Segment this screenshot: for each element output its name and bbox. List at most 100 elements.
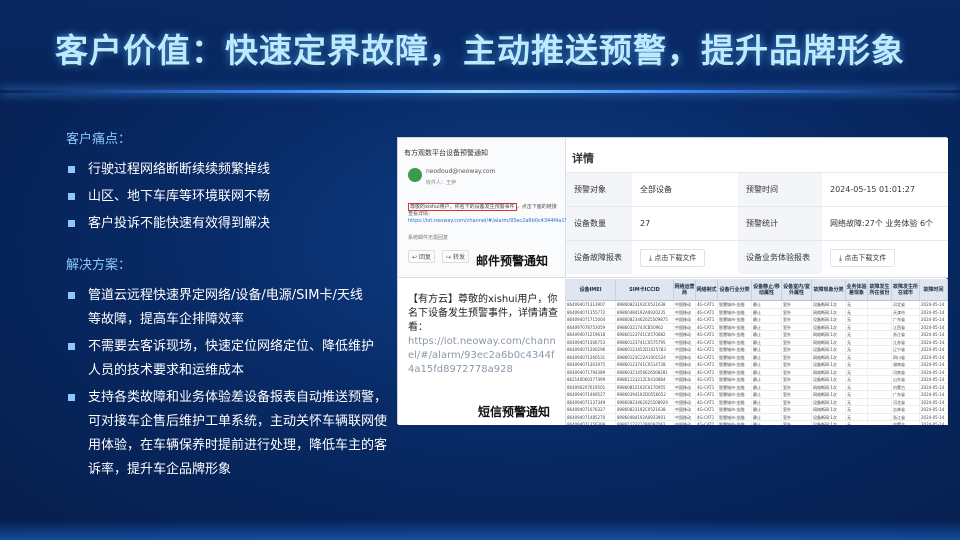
table-cell: 4G-CAT1 (696, 413, 718, 420)
table-cell: 无 (846, 391, 868, 398)
table-cell (868, 413, 892, 420)
square-bullet-icon (68, 394, 75, 401)
table-cell (868, 406, 892, 413)
details-label: 设备数量 (566, 207, 632, 240)
sender-avatar (408, 168, 422, 182)
table-cell: 无 (846, 368, 868, 375)
table-cell: 河北省 (892, 398, 920, 405)
table-cell: 89860823462025508929 (616, 398, 674, 405)
table-cell: 2024-05-14 (920, 301, 948, 308)
table-header-cell: 网络运营商 (674, 279, 696, 300)
table-cell: 无 (846, 331, 868, 338)
table-cell: 中国移动 (674, 368, 696, 375)
table-cell: 智慧城市-金融 (718, 398, 752, 405)
table-cell (868, 421, 892, 425)
forward-label: 转发 (452, 254, 465, 261)
table-cell: 设备断网:1次 (812, 421, 846, 425)
table-cell: 864094071301975 (566, 361, 616, 368)
table-cell: 室外 (782, 391, 812, 398)
table-cell: 2024-05-14 (920, 376, 948, 383)
download-fault-report-button[interactable]: ⤓ 点击下载文件 (640, 248, 706, 267)
table-cell: 静止 (752, 301, 782, 308)
table-cell: 864094071300296 (566, 346, 616, 353)
table-cell: 4G-CAT1 (696, 398, 718, 405)
table-row: 864094071219618 89860123741C0570882 中国移动 4G… (566, 331, 948, 339)
table-cell: 中国移动 (674, 353, 696, 360)
table-cell: 网络断网:1次 (812, 406, 846, 413)
bullet-text: 山区、地下车库等环境联网不畅 (88, 189, 271, 204)
table-cell: 辽宁省 (892, 346, 920, 353)
table-cell: 89860321456626508281 (616, 368, 674, 375)
table-cell: 静止 (752, 413, 782, 420)
sms-caption: 短信预警通知 (478, 405, 551, 419)
pain-points-heading: 客户痛点： (66, 132, 132, 147)
table-cell: 室外 (782, 368, 812, 375)
bullet-text: 支持各类故障和业务体验差设备报表自动推送预警， (88, 390, 388, 405)
download-experience-report-button[interactable]: ⤓ 点击下载文件 (830, 248, 896, 267)
table-cell: 无 (846, 376, 868, 383)
table-cell: 4G-CAT1 (696, 406, 718, 413)
reply-button[interactable]: ↩ 回复 (408, 250, 435, 263)
table-cell: 无 (846, 406, 868, 413)
table-cell: 静止 (752, 331, 782, 338)
table-cell: 静止 (752, 383, 782, 390)
details-value: 2024-05-15 01:01:27 (830, 185, 915, 194)
table-cell: 静止 (752, 346, 782, 353)
table-cell (868, 331, 892, 338)
download-label: 点击下载文件 (654, 253, 697, 262)
table-cell: 中国移动 (674, 316, 696, 323)
details-value: ⤓ 点击下载文件 (822, 241, 948, 274)
details-grid: 预警对象 全部设备 预警时间 2024-05-15 01:01:27 设备数量 … (566, 172, 948, 274)
table-cell: 4G-CAT1 (696, 353, 718, 360)
table-cell: 中国移动 (674, 361, 696, 368)
table-cell: 智慧城市-金融 (718, 413, 752, 420)
table-row: 864094071469527 89860394192D0556652 中国移动 4G… (566, 391, 948, 399)
table-cell: 4G-CAT1 (696, 323, 718, 330)
download-label: 点击下载文件 (844, 253, 887, 262)
bullet-text-continued: 人员的技术要求和运维成本 (88, 363, 245, 378)
details-label: 预警统计 (738, 207, 822, 240)
table-cell: 静止 (752, 398, 782, 405)
table-row: 864094071137349 89860823462025508929 中国移动 4… (566, 398, 948, 406)
sms-text: 【有方云】尊敬的xishui用户，你名下设备发生预警事件，详情请查看： (408, 294, 558, 333)
details-row: 设备故障报表 ⤓ 点击下载文件 设备业务体验报表 ⤓ 点击下载文件 (566, 240, 948, 274)
table-cell: 智慧城市-金融 (718, 421, 752, 425)
table-cell: 864094071469527 (566, 391, 616, 398)
table-cell: 864094071356389 (566, 421, 616, 425)
bullet-item: 行驶过程网络断断续续频繁掉线 (66, 158, 396, 182)
solutions-list: 管道云远程快速界定网络/设备/电源/SIM卡/天线 等故障，提高车企排障效率 不需要… (66, 284, 396, 482)
table-cell (868, 338, 892, 345)
sms-notification-panel: 【有方云】尊敬的xishui用户，你名下设备发生预警事件，详情请查看： http… (398, 279, 566, 425)
table-cell: 89860812192C0170955 (616, 383, 674, 390)
table-cell: 4G-CAT1 (696, 376, 718, 383)
table-cell: 4G-CAT1 (696, 308, 718, 315)
table-cell: 室外 (782, 383, 812, 390)
table-cell: 浙江省 (892, 413, 920, 420)
table-cell: 室外 (782, 338, 812, 345)
table-cell: 智慧城市-金融 (718, 346, 752, 353)
pain-points-list: 行驶过程网络断断续续频繁掉线 山区、地下车库等环境联网不畅 客户投诉不能快速有效得到… (66, 158, 396, 236)
table-cell: 广东省 (892, 391, 920, 398)
email-recipient: 收件人：王伊 (426, 180, 457, 186)
table-cell: 89860123452D1025783 (616, 346, 674, 353)
table-cell: 中国移动 (674, 331, 696, 338)
table-cell: 4G-CAT1 (696, 391, 718, 398)
table-cell: 湖南省 (892, 361, 920, 368)
table-cell (868, 323, 892, 330)
table-cell: 室外 (782, 316, 812, 323)
table-cell: 静止 (752, 361, 782, 368)
table-cell: 中国移动 (674, 421, 696, 425)
table-cell (868, 361, 892, 368)
table-cell: 2024-05-14 (920, 421, 948, 425)
table-cell (868, 308, 892, 315)
table-cell (868, 398, 892, 405)
table-cell: 864094071306753 (566, 338, 616, 345)
table-cell: 864090207619501 (566, 383, 616, 390)
table-cell: 无 (846, 316, 868, 323)
bullet-text: 管道云远程快速界定网络/设备/电源/SIM卡/天线 (88, 288, 363, 303)
table-cell: 室外 (782, 406, 812, 413)
table-cell: 89860321743CB50962 (616, 323, 674, 330)
sms-link[interactable]: https://iot.neoway.com/channel/#/alarm/9… (408, 336, 556, 375)
forward-button[interactable]: ↪ 转发 (442, 250, 469, 263)
table-cell: 静止 (752, 316, 782, 323)
